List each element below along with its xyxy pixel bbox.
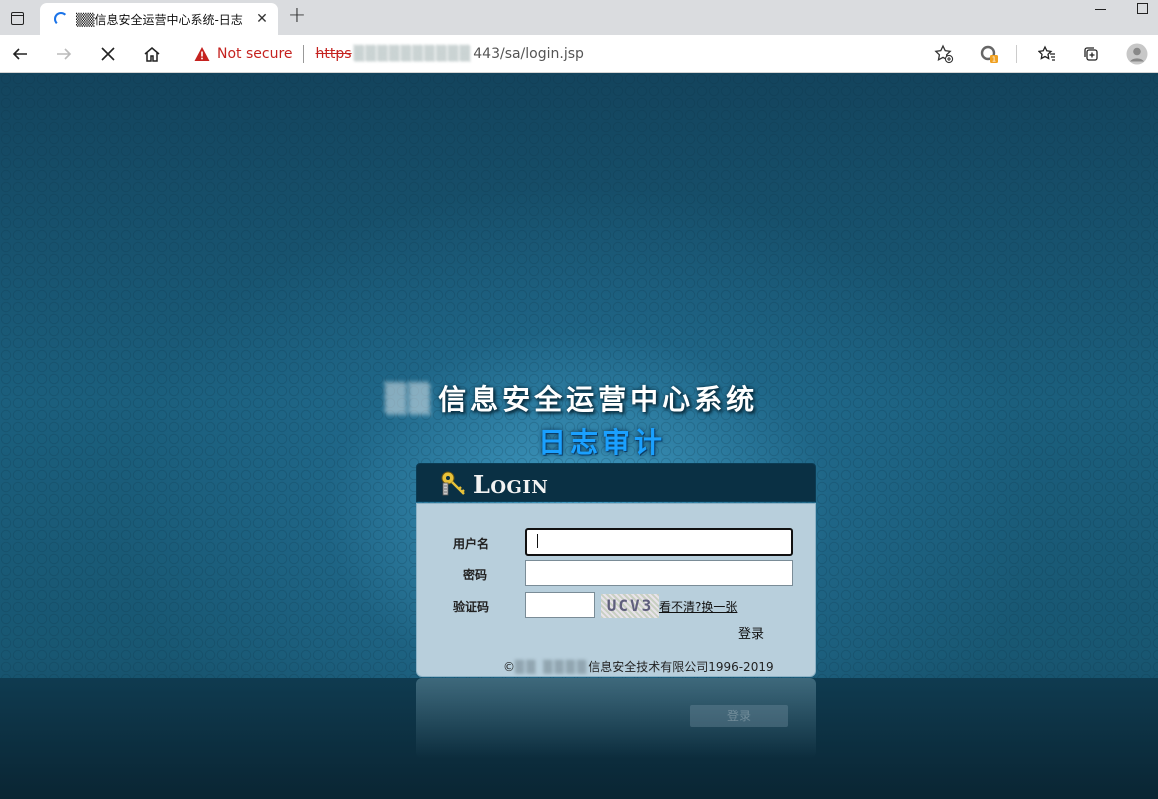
password-input[interactable] <box>525 560 793 586</box>
favorites-icon[interactable] <box>1032 39 1062 69</box>
captcha-label: 验证码 <box>453 600 490 614</box>
extension-badge: 1 <box>992 56 996 63</box>
address-bar[interactable]: Not secure https ▒▒▒▒▒▒▒▒▒▒ 443/sa/login… <box>180 38 962 69</box>
tab-title: ▒▒信息安全运营中心系统-日志 <box>76 12 243 27</box>
url-host-blurred: ▒▒▒▒▒▒▒▒▒▒ <box>353 45 472 62</box>
not-secure-label[interactable]: Not secure <box>217 46 293 62</box>
extension-icon[interactable]: 1 <box>974 39 1004 69</box>
maximize-button[interactable] <box>1132 0 1154 20</box>
collections-icon[interactable] <box>1076 39 1106 69</box>
close-icon[interactable]: ✕ <box>254 11 270 27</box>
copyright-text: ©▒▒ ▒▒▒▒信息安全技术有限公司1996-2019 <box>503 660 774 674</box>
browser-tab[interactable]: ▒▒信息安全运营中心系统-日志 ✕ <box>40 3 278 35</box>
tab-actions-icon[interactable] <box>6 7 28 29</box>
button-reflection: 登录 <box>690 705 788 727</box>
captcha-input[interactable] <box>525 592 595 618</box>
forward-icon[interactable] <box>49 39 79 69</box>
browser-toolbar: Not secure https ▒▒▒▒▒▒▒▒▒▒ 443/sa/login… <box>0 35 1158 73</box>
minimize-button[interactable] <box>1090 0 1112 20</box>
login-page: 登录 ▒▒ 信息安全运营中心系统 日志审计 LOGIN 用户名 密码 验证码 U… <box>0 73 1158 799</box>
add-favorite-icon[interactable] <box>934 44 954 64</box>
warning-icon[interactable] <box>194 46 210 62</box>
home-icon[interactable] <box>137 39 167 69</box>
keys-icon <box>441 471 465 496</box>
username-input[interactable] <box>525 528 793 556</box>
login-header: LOGIN <box>416 463 816 502</box>
system-subtitle: 日志审计 <box>538 426 667 459</box>
address-separator <box>302 44 304 63</box>
system-title: ▒▒ 信息安全运营中心系统 <box>385 379 845 417</box>
title-text: 信息安全运营中心系统 <box>438 383 759 416</box>
captcha-refresh-link[interactable]: 看不清?换一张 <box>659 598 737 615</box>
login-button[interactable]: 登录 <box>721 623 781 642</box>
loading-spinner-icon <box>54 12 68 26</box>
username-label: 用户名 <box>453 537 490 551</box>
captcha-image[interactable]: UCV3 <box>601 594 659 618</box>
login-panel: 用户名 密码 验证码 UCV3 看不清?换一张 登录 ©▒▒ ▒▒▒▒信息安全技… <box>416 503 816 677</box>
login-heading: LOGIN <box>473 470 549 499</box>
password-label: 密码 <box>463 568 488 582</box>
toolbar-separator <box>1016 45 1017 63</box>
profile-icon[interactable] <box>1122 39 1152 69</box>
back-icon[interactable] <box>5 39 35 69</box>
title-blurred-vendor: ▒▒ <box>385 381 433 415</box>
url-path: 443/sa/login.jsp <box>473 45 584 62</box>
plus-icon[interactable]: + <box>286 5 308 28</box>
copyright-blurred-company: ▒▒ ▒▒▒▒ <box>515 660 589 674</box>
stop-icon[interactable] <box>93 39 123 69</box>
tab-strip: ▒▒信息安全运营中心系统-日志 ✕ + <box>0 0 1158 35</box>
text-caret <box>537 534 538 548</box>
url-scheme: https <box>315 45 352 62</box>
